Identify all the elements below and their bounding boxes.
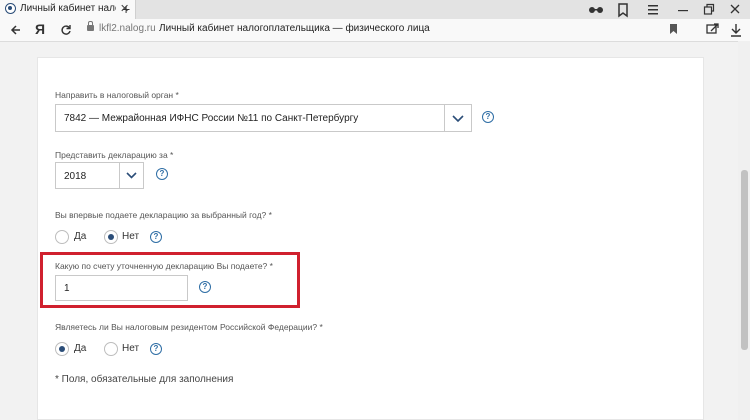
tab-title: Личный кабинет налогопл xyxy=(20,3,116,14)
new-tab-icon[interactable]: + xyxy=(122,1,130,17)
year-value: 2018 xyxy=(64,171,87,182)
url-page-title[interactable]: Личный кабинет налогоплательщика — физич… xyxy=(159,23,430,34)
first-time-yes-radio[interactable] xyxy=(55,230,69,244)
bookmark-icon[interactable] xyxy=(670,24,677,34)
tax-office-label: Направить в налоговый орган * xyxy=(55,90,179,100)
tax-office-help-icon[interactable]: ? xyxy=(482,111,494,123)
required-fields-note: * Поля, обязательные для заполнения xyxy=(55,374,234,385)
chevron-down-icon[interactable] xyxy=(119,163,143,188)
lock-icon xyxy=(87,21,94,31)
resident-yes-label[interactable]: Да xyxy=(74,343,86,354)
correction-number-label: Какую по счету уточненную декларацию Вы … xyxy=(55,261,273,271)
browser-tab-bar: Личный кабинет налогопл ✕ + xyxy=(0,0,750,19)
year-label: Представить декларацию за * xyxy=(55,150,174,160)
chevron-down-icon[interactable] xyxy=(444,105,471,131)
resident-no-label[interactable]: Нет xyxy=(122,343,139,354)
year-help-icon[interactable]: ? xyxy=(156,168,168,180)
url-domain[interactable]: lkfl2.nalog.ru xyxy=(99,23,156,34)
address-bar: Я lkfl2.nalog.ru Личный кабинет налогопл… xyxy=(0,19,750,42)
year-select[interactable]: 2018 xyxy=(55,162,144,189)
yandex-logo[interactable]: Я xyxy=(35,21,45,37)
browser-tab[interactable]: Личный кабинет налогопл ✕ xyxy=(0,0,136,19)
resident-label: Являетесь ли Вы налоговым резидентом Рос… xyxy=(55,322,323,332)
scrollbar-thumb[interactable] xyxy=(741,170,748,350)
correction-number-input[interactable]: 1 xyxy=(55,275,188,301)
resident-no-radio[interactable] xyxy=(104,342,118,356)
share-icon[interactable] xyxy=(706,20,720,45)
first-time-label: Вы впервые подаете декларацию за выбранн… xyxy=(55,210,272,220)
resident-help-icon[interactable]: ? xyxy=(150,343,162,355)
reload-icon[interactable] xyxy=(60,20,72,45)
first-time-help-icon[interactable]: ? xyxy=(150,231,162,243)
first-time-no-radio[interactable] xyxy=(104,230,118,244)
tax-office-value: 7842 — Межрайонная ИФНС России №11 по Са… xyxy=(64,113,359,124)
first-time-yes-label[interactable]: Да xyxy=(74,231,86,242)
first-time-no-label[interactable]: Нет xyxy=(122,231,139,242)
back-arrow-icon[interactable] xyxy=(10,20,22,45)
site-favicon-icon xyxy=(5,3,16,14)
tax-office-select[interactable]: 7842 — Межрайонная ИФНС России №11 по Са… xyxy=(55,104,472,132)
correction-number-help-icon[interactable]: ? xyxy=(199,281,211,293)
resident-yes-radio[interactable] xyxy=(55,342,69,356)
